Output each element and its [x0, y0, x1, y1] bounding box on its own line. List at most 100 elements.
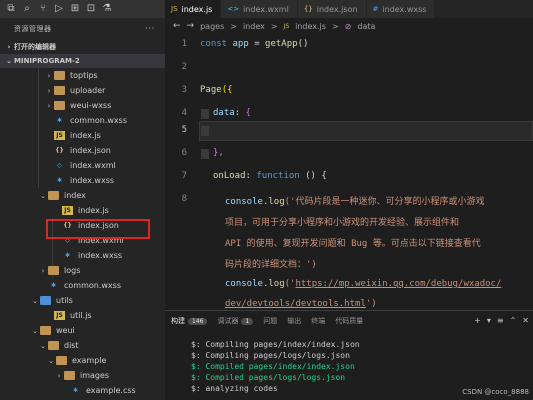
- folder-icon: [56, 356, 67, 365]
- tab-debugger[interactable]: 调试器 1: [217, 316, 254, 326]
- line-number: 1: [181, 39, 187, 49]
- folder-icon: [64, 371, 75, 380]
- close-icon[interactable]: ✕: [522, 316, 529, 325]
- tree-item-weui-wxss[interactable]: › weui-wxss: [0, 98, 165, 113]
- tree-item-logs[interactable]: › logs: [0, 263, 165, 278]
- code-link[interactable]: dev/devtools/devtools.html: [225, 299, 366, 309]
- search-icon[interactable]: ⌕: [22, 4, 32, 14]
- chevron-down-icon[interactable]: ▾: [487, 316, 491, 325]
- tree-item-images[interactable]: › images: [0, 368, 165, 383]
- tab-index-js[interactable]: JS index.js: [165, 0, 222, 18]
- tree-item-label: common.wxss: [70, 116, 127, 125]
- code-token: function: [256, 171, 300, 181]
- project-section[interactable]: ⌄ MINIPROGRAM-2: [0, 54, 165, 68]
- tab-label: index.js: [181, 4, 213, 14]
- debug-icon[interactable]: ▷: [54, 4, 64, 14]
- tree-item-utils[interactable]: ⌄ utils: [0, 293, 165, 308]
- tree-item-common-wxss[interactable]: ✱ common.wxss: [0, 278, 165, 293]
- tab-code-quality[interactable]: 代码质量: [335, 316, 363, 326]
- tab-terminal[interactable]: 终端: [311, 316, 325, 326]
- js-file-icon: JS: [283, 22, 290, 30]
- tree-item-index-wxss[interactable]: ✱ index.wxss: [0, 173, 165, 188]
- source-control-icon[interactable]: ⑂: [38, 4, 48, 14]
- tree-item-index-wxml[interactable]: ◇ index.wxml: [0, 233, 165, 248]
- output-line: $: Compiled pages/logs/logs.json: [191, 373, 346, 382]
- css-file-icon: ✱: [72, 387, 79, 394]
- breadcrumb-symbol[interactable]: data: [357, 22, 375, 31]
- add-icon[interactable]: +: [474, 316, 481, 325]
- tab-label: 构建: [171, 317, 185, 325]
- code-token: =: [254, 39, 260, 49]
- code-token: :: [245, 171, 251, 181]
- chevron-down-icon: ⌄: [48, 356, 54, 365]
- breadcrumb-separator: >: [230, 21, 237, 31]
- lab-icon[interactable]: ⚗: [102, 4, 112, 14]
- forward-arrow-icon[interactable]: →: [187, 21, 195, 31]
- tree-item-weui[interactable]: ⌄ weui: [0, 323, 165, 338]
- tab-output[interactable]: 输出: [287, 316, 301, 326]
- code-line-wrapped: 项目，可用于分享小程序和小游戏的开发经验、展示组件和: [225, 215, 459, 228]
- tree-item-index-json[interactable]: {} index.json: [0, 143, 165, 158]
- breadcrumb-file[interactable]: index.js: [295, 22, 326, 31]
- code-token: :: [234, 108, 241, 118]
- code-line: console.log('代码片段是一种迷你、可分享的小程序或小游戏: [225, 197, 485, 207]
- tab-index-json[interactable]: {} index.json: [297, 0, 367, 18]
- tab-index-wxss[interactable]: # index.wxss: [366, 0, 436, 18]
- wxss-file-icon: ✱: [50, 282, 57, 289]
- tree-item-label: index.js: [78, 206, 109, 215]
- tree-item-label: index.wxml: [70, 161, 116, 170]
- tree-item-toptips[interactable]: › toptips: [0, 68, 165, 83]
- more-actions-icon[interactable]: ···: [145, 24, 155, 34]
- tree-item-index-folder[interactable]: ⌄ index: [0, 188, 165, 203]
- maximize-icon[interactable]: ⌃: [510, 316, 517, 325]
- copy-icon[interactable]: ⧉: [6, 4, 16, 14]
- tree-item-index-wxss[interactable]: ✱ index.wxss: [0, 248, 165, 263]
- tree-item-index-wxml[interactable]: ◇ index.wxml: [0, 158, 165, 173]
- tab-label: 调试器: [217, 317, 239, 325]
- folder-icon: [54, 101, 65, 110]
- tree-item-index-js-selected[interactable]: JS index.js: [0, 203, 165, 218]
- code-token: {: [245, 108, 251, 118]
- line-number: 2: [181, 62, 187, 72]
- tree-item-index-json[interactable]: {} index.json: [0, 218, 165, 233]
- code-line: },: [213, 148, 224, 158]
- tree-item-index-js[interactable]: JS index.js: [0, 128, 165, 143]
- code-token: log: [268, 197, 285, 207]
- menu-icon[interactable]: ≡: [497, 316, 504, 325]
- tree-item-label: dist: [64, 341, 79, 350]
- chevron-right-icon: ›: [7, 43, 11, 51]
- json-file-icon: {}: [55, 147, 64, 154]
- tab-problems[interactable]: 问题: [263, 316, 277, 326]
- tree-item-dist[interactable]: ⌄ dist: [0, 338, 165, 353]
- tree-item-example-css[interactable]: ✱ example.css: [0, 383, 165, 398]
- wxss-file-icon: ✱: [56, 177, 63, 184]
- tree-item-example[interactable]: ⌄ example: [0, 353, 165, 368]
- js-file-icon: JS: [54, 311, 65, 320]
- code-line-wrapped: 码片段的详细文档：'): [225, 257, 317, 270]
- code-token: },: [213, 148, 224, 158]
- code-token: (': [284, 279, 296, 289]
- code-editor[interactable]: 1 2 3 4 5 6 7 8 const app = getApp() Pag…: [165, 34, 533, 310]
- editor-tabs: JS index.js <> index.wxml {} index.json …: [165, 0, 533, 18]
- open-editors-section[interactable]: › 打开的编辑器: [0, 40, 165, 54]
- wxss-file-icon: #: [372, 5, 379, 13]
- tree-item-common-wxss[interactable]: ✱ common.wxss: [0, 113, 165, 128]
- code-token: ({: [221, 85, 233, 95]
- extensions-icon[interactable]: ⊞: [70, 4, 80, 14]
- tab-index-wxml[interactable]: <> index.wxml: [221, 0, 298, 18]
- code-token: Page: [200, 85, 222, 95]
- tree-item-util-js[interactable]: JS util.js: [0, 308, 165, 323]
- code-link[interactable]: https://mp.weixin.qq.com/debug/wxadoc/: [295, 279, 501, 289]
- chevron-right-icon: ›: [47, 101, 51, 110]
- indent-marker: [201, 149, 209, 159]
- breadcrumb-separator: >: [331, 21, 339, 31]
- line-number: 3: [181, 85, 187, 95]
- breadcrumb-pages[interactable]: pages: [200, 22, 224, 31]
- remote-icon[interactable]: ⊡: [86, 4, 96, 14]
- tree-item-label: index.wxss: [70, 176, 115, 185]
- explorer-sidebar: 资源管理器 ··· › 打开的编辑器 ⌄ MINIPROGRAM-2 › top…: [0, 18, 165, 400]
- tab-build[interactable]: 构建 146: [171, 316, 208, 326]
- back-arrow-icon[interactable]: ←: [173, 21, 181, 31]
- breadcrumb-index[interactable]: index: [243, 22, 265, 31]
- tree-item-uploader[interactable]: › uploader: [0, 83, 165, 98]
